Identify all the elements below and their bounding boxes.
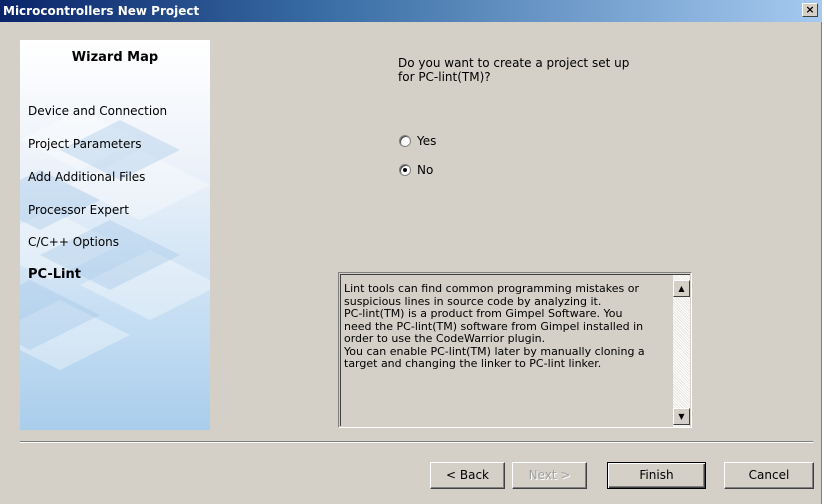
wizard-step-processor-expert: Processor Expert (28, 203, 129, 217)
radio-yes-label[interactable]: Yes (417, 134, 436, 148)
wizard-step-project-parameters: Project Parameters (28, 137, 142, 151)
wizard-map-title: Wizard Map (71, 50, 159, 65)
radio-yes-circle[interactable] (399, 135, 411, 147)
next-button: Next > (512, 462, 587, 489)
cancel-button[interactable]: Cancel (724, 462, 814, 489)
description-box: Lint tools can find common programming m… (338, 272, 692, 428)
radio-no[interactable]: No (399, 163, 433, 177)
close-button[interactable]: × (802, 3, 818, 17)
window-title: Microcontrollers New Project (3, 4, 200, 18)
wizard-step-add-additional-files: Add Additional Files (28, 170, 146, 184)
back-button[interactable]: < Back (430, 462, 505, 489)
footer-separator (20, 441, 813, 443)
scroll-down-icon[interactable]: ▼ (673, 408, 690, 425)
finish-button[interactable]: Finish (607, 462, 706, 489)
wizard-step-pc-lint: PC-Lint (28, 267, 81, 282)
radio-no-circle[interactable] (399, 164, 411, 176)
wizard-map-panel: Wizard Map Device and Connection Project… (20, 40, 210, 430)
title-bar: Microcontrollers New Project × (0, 0, 822, 22)
wizard-step-device-and-connection: Device and Connection (28, 104, 168, 118)
description-text: Lint tools can find common programming m… (344, 282, 645, 370)
question-text: Do you want to create a project set up f… (398, 56, 630, 84)
scroll-up-icon[interactable]: ▲ (673, 280, 690, 297)
radio-yes[interactable]: Yes (399, 134, 436, 148)
radio-no-label[interactable]: No (417, 163, 433, 177)
wizard-step-cpp-options: C/C++ Options (28, 235, 120, 249)
wizard-window: Microcontrollers New Project × Wizard Ma… (0, 0, 822, 504)
vertical-scrollbar[interactable]: ▲ ▼ (673, 275, 690, 427)
radio-selected-dot (403, 168, 407, 172)
